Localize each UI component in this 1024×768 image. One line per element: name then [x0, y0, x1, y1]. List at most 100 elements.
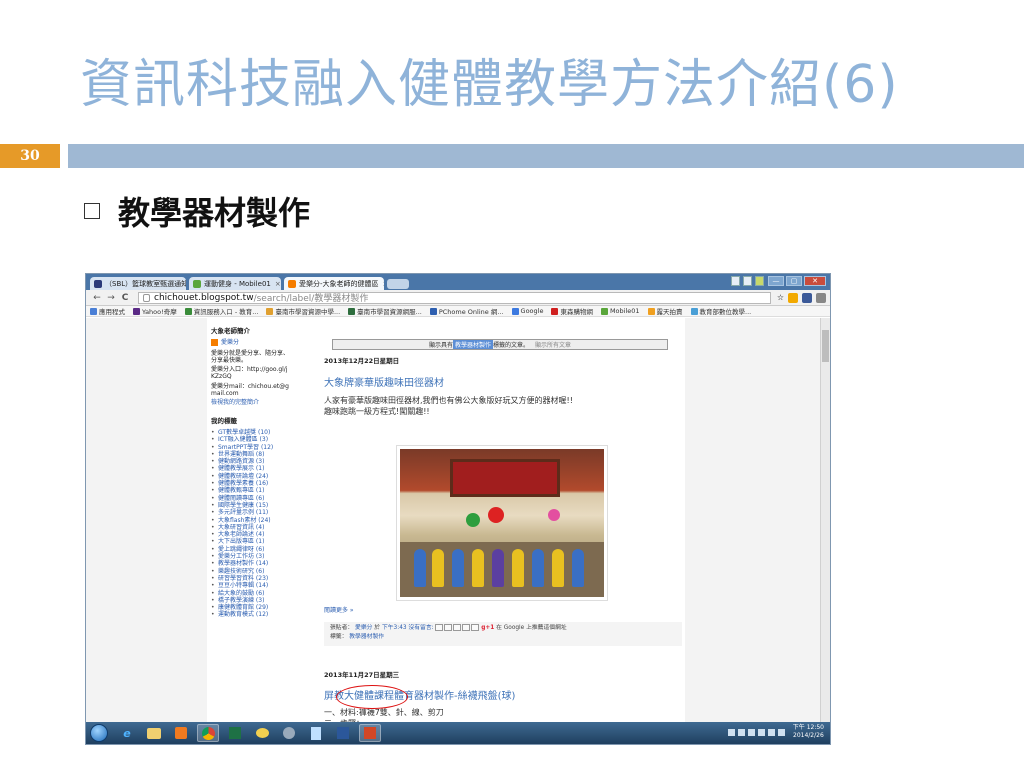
- label-link[interactable]: 健體閱讀專區 (6): [211, 495, 289, 503]
- powerpoint-icon[interactable]: [359, 724, 381, 742]
- student-figure: [572, 549, 584, 587]
- bookmark-item[interactable]: 應用程式: [90, 306, 125, 316]
- label-link-selected[interactable]: 教學器材製作 (14): [211, 560, 289, 568]
- blog-share-icon[interactable]: [444, 624, 453, 631]
- excel-icon[interactable]: [224, 724, 246, 742]
- star-icon[interactable]: ☆: [777, 293, 784, 303]
- label-link[interactable]: 給大象的鼓勵 (6): [211, 590, 289, 598]
- blog-name-link[interactable]: 愛樂分: [211, 339, 289, 347]
- tray-icon[interactable]: [737, 728, 745, 736]
- bookmark-item[interactable]: PChome Online 網...: [429, 306, 504, 316]
- tab-mobile01[interactable]: 運動健身 - Mobile01 ×: [189, 277, 281, 290]
- post-date: 2013年11月27日星期三: [324, 671, 400, 679]
- header-bar: [68, 144, 1024, 168]
- clock-date: 2014/2/26: [793, 732, 824, 739]
- read-more-link[interactable]: 閱讀更多 »: [324, 605, 354, 614]
- label-link[interactable]: 豆豆小特專輯 (14): [211, 582, 289, 590]
- label-link[interactable]: ICT融入健體區 (3): [211, 436, 289, 444]
- tab-blog[interactable]: 愛樂分-大象老師的健體區×: [284, 277, 384, 290]
- bookmark-item[interactable]: 教育部數位教學...: [690, 306, 751, 316]
- bookmark-item[interactable]: Yahoo!奇摩: [133, 306, 177, 316]
- facebook-icon[interactable]: [802, 292, 812, 303]
- tab-close-icon[interactable]: ×: [275, 280, 281, 288]
- bookmark-item[interactable]: 臺南市學習資源中學...: [266, 306, 340, 316]
- label-link[interactable]: 健體教研論壇 (24): [211, 473, 289, 481]
- bookmark-icon: [266, 307, 274, 315]
- bookmark-item[interactable]: Mobile01: [600, 307, 640, 315]
- extension-icon[interactable]: [788, 292, 798, 303]
- chrome-icon[interactable]: [197, 724, 219, 742]
- minimize-button[interactable]: —: [768, 276, 784, 286]
- menu-icon[interactable]: [816, 292, 826, 303]
- profile-email: 愛樂分mail：chichou.et@gmail.com: [211, 382, 289, 398]
- vertical-scrollbar[interactable]: [820, 318, 830, 724]
- new-tab-button[interactable]: [387, 279, 409, 289]
- back-button[interactable]: ←: [90, 293, 104, 303]
- student-figure: [432, 549, 444, 587]
- explorer-icon[interactable]: [143, 724, 165, 742]
- bookmark-item[interactable]: 臺南市學習資源網服...: [348, 306, 422, 316]
- apps-icon: [90, 307, 97, 315]
- tray-icon[interactable]: [757, 728, 765, 736]
- post-title-link[interactable]: 大象牌豪華版趣味田徑器材: [324, 374, 444, 389]
- notepad-icon[interactable]: [305, 724, 327, 742]
- window-icon[interactable]: [731, 276, 740, 286]
- label-link[interactable]: SmartPPT學習 (12): [211, 444, 289, 452]
- ie-icon[interactable]: e: [116, 724, 138, 742]
- email-share-icon[interactable]: [435, 624, 444, 631]
- page-icon: [143, 293, 150, 302]
- labels-heading: 我的標籤: [211, 416, 237, 425]
- tool-icon[interactable]: [278, 724, 300, 742]
- facebook-share-icon[interactable]: [462, 624, 471, 631]
- tab-close-icon[interactable]: ×: [383, 280, 384, 288]
- tray-icon[interactable]: [747, 728, 755, 736]
- pinterest-share-icon[interactable]: [471, 624, 480, 631]
- url-host: chichouet.blogspot.tw: [154, 292, 254, 303]
- window-icon[interactable]: [755, 276, 764, 286]
- bookmark-item[interactable]: 露天拍賣: [647, 306, 683, 316]
- bookmark-item[interactable]: 資訊服務入口 - 教育...: [184, 306, 258, 316]
- tab-sbl[interactable]: （SBL）籃球教室甄選通知×: [90, 277, 186, 290]
- google-icon: [511, 307, 519, 315]
- post-photo[interactable]: [396, 445, 608, 601]
- label-link[interactable]: 大下出版專區 (1): [211, 538, 289, 546]
- label-link[interactable]: 多元評量示例 (11): [211, 509, 289, 517]
- window-icon[interactable]: [743, 276, 752, 286]
- tray-icon[interactable]: [727, 728, 735, 736]
- maximize-button[interactable]: ▢: [786, 276, 802, 286]
- tray-icon[interactable]: [767, 728, 775, 736]
- mobile01-icon: [600, 307, 608, 315]
- show-all-link[interactable]: 顯示所有文章: [535, 340, 571, 349]
- student-figure: [532, 549, 544, 587]
- label-link[interactable]: 健體教甄專區 (1): [211, 487, 289, 495]
- scroll-thumb[interactable]: [822, 330, 829, 362]
- ball: [466, 513, 480, 527]
- label-link[interactable]: 愛上跳繩律呀 (6): [211, 546, 289, 554]
- view-profile-link[interactable]: 檢視我的完整簡介: [211, 399, 289, 406]
- comments-link[interactable]: 沒有留言:: [408, 625, 433, 631]
- bookmark-item[interactable]: Google: [511, 307, 543, 315]
- bookmark-icon: [348, 307, 356, 315]
- label-link[interactable]: 健體教學展示 (1): [211, 465, 289, 473]
- close-button[interactable]: ✕: [804, 276, 826, 286]
- gplus-button[interactable]: g+1: [481, 625, 494, 631]
- post-tag-link[interactable]: 教學器材製作: [349, 634, 384, 640]
- label-link[interactable]: 橋子教學演練 (3): [211, 597, 289, 605]
- forward-button[interactable]: →: [104, 293, 118, 303]
- label-link[interactable]: 樂趣技術研究 (6): [211, 568, 289, 576]
- twitter-share-icon[interactable]: [453, 624, 462, 631]
- label-link[interactable]: 運動教育模式 (12): [211, 611, 289, 619]
- label-link[interactable]: 大象flash素材 (24): [211, 517, 289, 525]
- paint-icon[interactable]: [251, 724, 273, 742]
- bookmark-item[interactable]: 東森購物網: [551, 306, 593, 316]
- post-time-link[interactable]: 下午3:43: [382, 625, 407, 631]
- author-link[interactable]: 愛樂分: [355, 625, 372, 631]
- clock[interactable]: 下午 12:50 2014/2/26: [793, 724, 824, 740]
- volume-icon[interactable]: [777, 728, 785, 736]
- url-bar[interactable]: chichouet.blogspot.tw/search/label/教學器材製…: [138, 291, 771, 304]
- start-button[interactable]: [90, 724, 108, 742]
- ball: [488, 507, 504, 523]
- reload-button[interactable]: C: [118, 293, 132, 303]
- media-icon[interactable]: [170, 724, 192, 742]
- word-icon[interactable]: [332, 724, 354, 742]
